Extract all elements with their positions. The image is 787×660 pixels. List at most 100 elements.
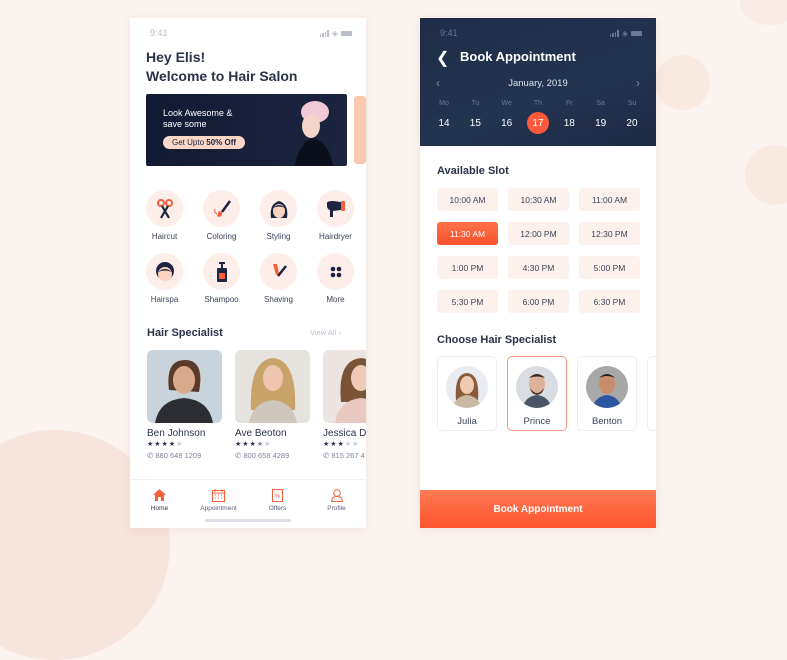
slot-button[interactable]: 5:00 PM [579, 256, 640, 279]
day-item[interactable]: We 16 [493, 100, 521, 134]
rating-stars: ★★★★★ [235, 441, 272, 448]
slot-button[interactable]: 12:00 PM [508, 222, 569, 245]
specialist-option-selected[interactable]: Prince [507, 356, 567, 431]
booking-header: 9:41 ◈ ❮ Book Appointment ‹ January, 201… [420, 18, 656, 146]
tab-profile[interactable]: Profile [309, 488, 364, 528]
specialist-avatar [586, 366, 628, 408]
promo-offer-pill[interactable]: Get Upto 50% Off [163, 136, 246, 149]
rating-stars: ★★★★★ [147, 441, 184, 448]
slot-button[interactable]: 6:00 PM [508, 290, 569, 313]
category-label: Hairdryer [319, 232, 352, 241]
offers-tag-icon: % [272, 488, 283, 502]
specialist-option-name: Benton [591, 416, 623, 427]
category-more[interactable]: More [307, 253, 364, 304]
day-name: Tu [471, 100, 480, 107]
battery-icon [631, 30, 642, 36]
book-appointment-button[interactable]: Book Appointment [420, 490, 656, 528]
specialist-name: Ben Johnson [147, 428, 206, 439]
slot-button[interactable]: 5:30 PM [437, 290, 498, 313]
slot-button[interactable]: 10:30 AM [508, 188, 569, 211]
bg-blob [745, 145, 787, 205]
specialist-chooser: Julia Prince Benton [437, 356, 656, 431]
model-image [295, 101, 333, 166]
day-item[interactable]: Tu 15 [461, 100, 489, 134]
slot-button[interactable]: 11:00 AM [579, 188, 640, 211]
section-title-available-slot: Available Slot [437, 165, 509, 177]
home-screen: 9:41 ◈ Hey Elis! Welcome to Hair Salon L… [130, 18, 366, 528]
category-label: Styling [266, 232, 291, 241]
day-item[interactable]: Sa 19 [587, 100, 615, 134]
category-styling[interactable]: Styling [250, 190, 307, 241]
specialist-photo [323, 350, 366, 423]
day-item[interactable]: Fr 18 [555, 100, 583, 134]
slot-button[interactable]: 12:30 PM [579, 222, 640, 245]
category-label: Shampoo [204, 295, 239, 304]
slot-button[interactable]: 1:00 PM [437, 256, 498, 279]
category-hairspa[interactable]: Hairspa [136, 253, 193, 304]
greeting: Hey Elis! Welcome to Hair Salon [146, 48, 297, 86]
status-time: 9:41 [440, 28, 458, 38]
specialist-option[interactable]: Benton [577, 356, 637, 431]
day-date: 20 [626, 117, 638, 129]
greeting-line2: Welcome to Hair Salon [146, 68, 298, 84]
tab-appointment[interactable]: Appointment [191, 488, 246, 528]
day-item[interactable]: Mo 14 [430, 100, 458, 134]
tab-home[interactable]: Home [132, 488, 187, 528]
next-banner-peek[interactable] [354, 96, 366, 164]
view-all-link[interactable]: View All › [310, 328, 341, 337]
specialist-card[interactable]: Ben Johnson ★★★★★ ✆ 880 648 1209 [147, 350, 222, 460]
slot-button[interactable]: 4:30 PM [508, 256, 569, 279]
shampoo-bottle-icon [216, 261, 227, 282]
specialist-card[interactable]: Jessica D ★★★★★ ✆ 815 267 4 [323, 350, 366, 460]
promo-line2: save some [163, 119, 207, 129]
specialist-name: Jessica D [323, 428, 366, 439]
day-date: 18 [563, 117, 575, 129]
category-label: Hairspa [150, 295, 179, 304]
view-all-label: View All [310, 328, 337, 337]
category-shaving[interactable]: Shaving [250, 253, 307, 304]
pill-discount: 50% Off [206, 138, 237, 147]
specialist-name: Ave Beoton [235, 428, 287, 439]
day-item[interactable]: Su 20 [618, 100, 646, 134]
category-shampoo[interactable]: Shampoo [193, 253, 250, 304]
slot-button[interactable]: 10:00 AM [437, 188, 498, 211]
phone-icon: ✆ [147, 451, 154, 460]
status-time: 9:41 [150, 28, 168, 38]
category-hairdryer[interactable]: Hairdryer [307, 190, 364, 241]
day-name: Su [627, 100, 637, 107]
category-label: More [326, 295, 345, 304]
specialist-option-name: Julia [457, 416, 477, 427]
booking-screen: 9:41 ◈ ❮ Book Appointment ‹ January, 201… [420, 18, 656, 528]
specialist-photo [235, 350, 310, 423]
chevron-right-icon: › [338, 328, 341, 337]
hairspa-face-icon [155, 261, 174, 281]
specialist-option-peek[interactable] [647, 356, 656, 431]
category-grid: Haircut Coloring Styling Hairdryer Hairs… [136, 190, 364, 304]
page-title: Book Appointment [460, 49, 576, 64]
wifi-icon: ◈ [331, 28, 338, 38]
slot-button[interactable]: 6:30 PM [579, 290, 640, 313]
specialist-option[interactable]: Julia [437, 356, 497, 431]
signal-icon [609, 29, 619, 37]
pill-prefix: Get Upto [172, 138, 207, 147]
category-coloring[interactable]: Coloring [193, 190, 250, 241]
day-date: 14 [438, 117, 450, 129]
rating-stars: ★★★★★ [323, 441, 360, 448]
specialist-list: Ben Johnson ★★★★★ ✆ 880 648 1209 Ave Beo… [147, 350, 366, 460]
promo-banner[interactable]: Look Awesome & save some Get Upto 50% Of… [146, 94, 347, 166]
phone-number: 880 648 1209 [155, 451, 202, 460]
day-item-selected[interactable]: Th 17 [524, 100, 552, 134]
next-month-button[interactable]: › [636, 76, 640, 90]
grid-dots-icon [330, 266, 341, 277]
tab-offers[interactable]: % Offers [250, 488, 305, 528]
specialist-avatar [446, 366, 488, 408]
promo-line1: Look Awesome & [163, 108, 233, 118]
specialist-card[interactable]: Ave Beoton ★★★★★ ✆ 800 658 4289 [235, 350, 310, 460]
slot-button-selected[interactable]: 11:30 AM [437, 222, 498, 245]
back-button[interactable]: ❮ [436, 48, 449, 68]
home-icon [153, 489, 166, 501]
category-haircut[interactable]: Haircut [136, 190, 193, 241]
svg-text:%: % [275, 494, 281, 500]
chevron-right-icon: › [636, 76, 640, 90]
day-date: 16 [501, 117, 513, 129]
